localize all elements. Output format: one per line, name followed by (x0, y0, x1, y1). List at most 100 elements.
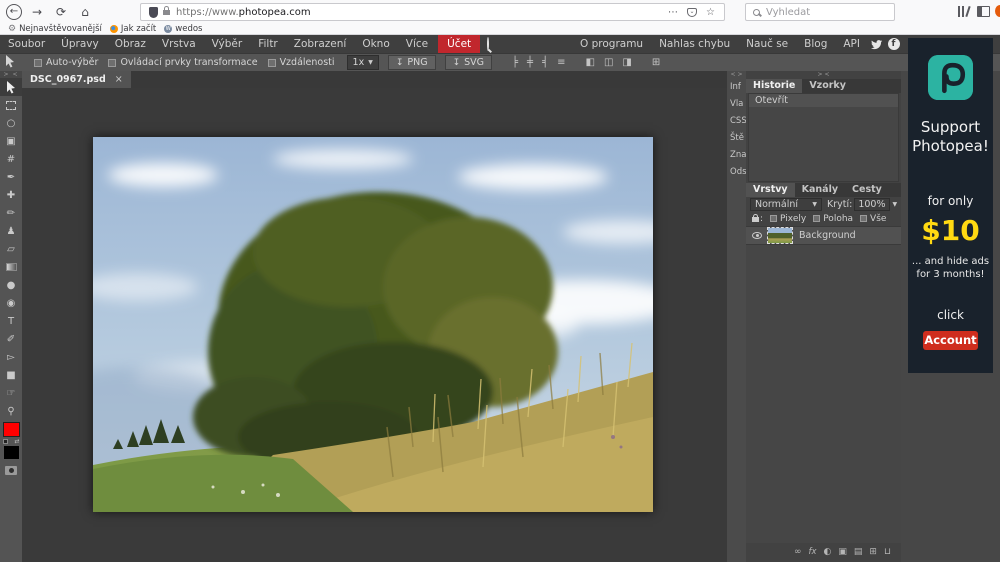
close-icon[interactable]: × (115, 74, 123, 85)
dodge-tool[interactable]: ◉ (0, 294, 22, 312)
distances-checkbox[interactable] (268, 59, 276, 67)
bookmark-star-icon[interactable]: ☆ (706, 7, 715, 18)
layer-thumbnail[interactable] (768, 228, 792, 243)
group-layers-icon[interactable]: ▤ (854, 543, 863, 562)
link-api[interactable]: API (837, 35, 866, 53)
lock-all-checkbox[interactable] (860, 215, 867, 222)
lock-icon[interactable] (752, 217, 759, 222)
lock-icon[interactable] (163, 10, 170, 15)
visibility-eye-icon[interactable] (752, 232, 762, 239)
align-top-icon[interactable]: ◧ (586, 57, 595, 68)
hand-tool[interactable]: ☞ (0, 384, 22, 402)
link-nauc-se[interactable]: Nauč se (740, 35, 794, 53)
type-tool[interactable]: T (0, 312, 22, 330)
background-color-swatch[interactable] (3, 445, 20, 460)
menu-item-upravy[interactable]: Úpravy (53, 35, 107, 53)
page-actions-icon[interactable]: ⋯ (668, 7, 678, 18)
layer-effects-icon[interactable]: fx (809, 543, 817, 562)
tab-kanaly[interactable]: Kanály (795, 183, 845, 197)
link-o-programu[interactable]: O programu (574, 35, 649, 53)
lock-position-checkbox[interactable] (813, 215, 820, 222)
gradient-tool[interactable] (0, 258, 22, 276)
account-menu-button[interactable]: Účet (438, 35, 480, 53)
align-left-icon[interactable]: ╞ (512, 57, 518, 68)
collapse-toolbar-icon[interactable]: > < (0, 71, 22, 78)
clone-stamp-tool[interactable]: ♟ (0, 222, 22, 240)
link-nahlas-chybu[interactable]: Nahlas chybu (653, 35, 736, 53)
pen-tool[interactable]: ✐ (0, 330, 22, 348)
menu-item-soubor[interactable]: Soubor (0, 35, 53, 53)
rectangle-shape-tool[interactable]: ■ (0, 366, 22, 384)
eyedropper-tool[interactable]: ✒ (0, 168, 22, 186)
lasso-tool[interactable]: ○ (0, 114, 22, 132)
blur-tool[interactable]: ● (0, 276, 22, 294)
quick-mask-icon[interactable] (5, 466, 17, 475)
tab-vrstvy[interactable]: Vrstvy (746, 183, 795, 197)
adjustment-layer-icon[interactable]: ◐ (824, 543, 832, 562)
browser-search-field[interactable]: Vyhledat (745, 3, 895, 21)
panel-label-znaky[interactable]: Zna (727, 147, 746, 164)
url-bar[interactable]: https://www.photopea.com ⋯ ⌄ ☆ (140, 3, 725, 21)
library-icon[interactable] (958, 6, 971, 18)
swap-colors-icon[interactable]: ⇄ (14, 438, 19, 445)
foreground-color-swatch[interactable] (3, 422, 20, 437)
spot-healing-tool[interactable]: ✚ (0, 186, 22, 204)
brush-tool[interactable]: ✏ (0, 204, 22, 222)
link-blog[interactable]: Blog (798, 35, 833, 53)
bookmark-get-started[interactable]: Jak začít (110, 24, 156, 34)
align-center-icon[interactable]: ╪ (527, 57, 533, 68)
bookmark-most-visited[interactable]: ⚙ Nejnavštěvovanější (8, 24, 102, 34)
layer-mask-icon[interactable]: ▣ (838, 543, 847, 562)
history-entry-open[interactable]: Otevřít (749, 94, 898, 107)
panel-label-vlastnosti[interactable]: Vla (727, 96, 746, 113)
rectangle-select-tool[interactable] (0, 96, 22, 114)
crop-tool[interactable]: # (0, 150, 22, 168)
sidebars-icon[interactable] (977, 6, 990, 17)
back-icon[interactable]: ← (6, 4, 22, 20)
screenshot-icon[interactable] (995, 5, 1000, 17)
expand-panels-icon[interactable]: < > (727, 71, 746, 79)
export-svg-button[interactable]: ↧SVG (445, 55, 492, 70)
zoom-tool[interactable]: ⚲ (0, 402, 22, 420)
direct-select-tool[interactable]: ▻ (0, 348, 22, 366)
delete-layer-icon[interactable]: ⊔ (884, 543, 891, 562)
align-bottom-icon[interactable]: ◨ (622, 57, 631, 68)
tab-cesty[interactable]: Cesty (845, 183, 889, 197)
reload-icon[interactable]: ⟳ (52, 3, 70, 21)
distribute-horizontal-icon[interactable]: ≡ (557, 57, 565, 68)
align-right-icon[interactable]: ╡ (542, 57, 548, 68)
menu-item-obraz[interactable]: Obraz (107, 35, 154, 53)
account-button[interactable]: Account (923, 331, 978, 350)
panel-label-odstavec[interactable]: Ods (727, 164, 746, 181)
menu-item-filtr[interactable]: Filtr (250, 35, 286, 53)
move-tool[interactable] (0, 78, 22, 96)
facebook-icon[interactable]: f (887, 38, 900, 51)
opacity-value[interactable]: 100% (854, 198, 889, 211)
menu-item-vrstva[interactable]: Vrstva (154, 35, 204, 53)
chevron-down-icon[interactable]: ▼ (893, 201, 898, 208)
forward-icon[interactable]: → (28, 3, 46, 21)
transform-controls-checkbox[interactable] (108, 59, 116, 67)
canvas-area[interactable] (22, 88, 727, 562)
distribute-vertical-icon[interactable]: ⊞ (652, 57, 660, 68)
panel-label-stetec[interactable]: Ště (727, 130, 746, 147)
panel-label-css[interactable]: CSS (727, 113, 746, 130)
menu-item-okno[interactable]: Okno (354, 35, 397, 53)
bookmark-wedos[interactable]: W wedos (164, 24, 202, 34)
link-layers-icon[interactable]: ∞ (794, 543, 802, 562)
tab-historie[interactable]: Historie (746, 79, 802, 93)
new-layer-icon[interactable]: ⊞ (869, 543, 877, 562)
zoom-select[interactable]: 1x▼ (347, 55, 379, 70)
align-middle-icon[interactable]: ◫ (604, 57, 613, 68)
layer-row-background[interactable]: Background (746, 227, 901, 245)
tracking-protection-icon[interactable] (149, 7, 158, 18)
export-png-button[interactable]: ↧PNG (388, 55, 436, 70)
lock-pixels-checkbox[interactable] (770, 215, 777, 222)
pocket-icon[interactable]: ⌄ (687, 8, 697, 17)
menu-search-button[interactable] (487, 38, 489, 50)
document-tab[interactable]: DSC_0967.psd × (22, 71, 131, 88)
panel-label-info[interactable]: Inf (727, 79, 746, 96)
menu-item-vyber[interactable]: Výběr (204, 35, 251, 53)
default-colors-icon[interactable] (3, 439, 8, 444)
auto-select-checkbox[interactable] (34, 59, 42, 67)
